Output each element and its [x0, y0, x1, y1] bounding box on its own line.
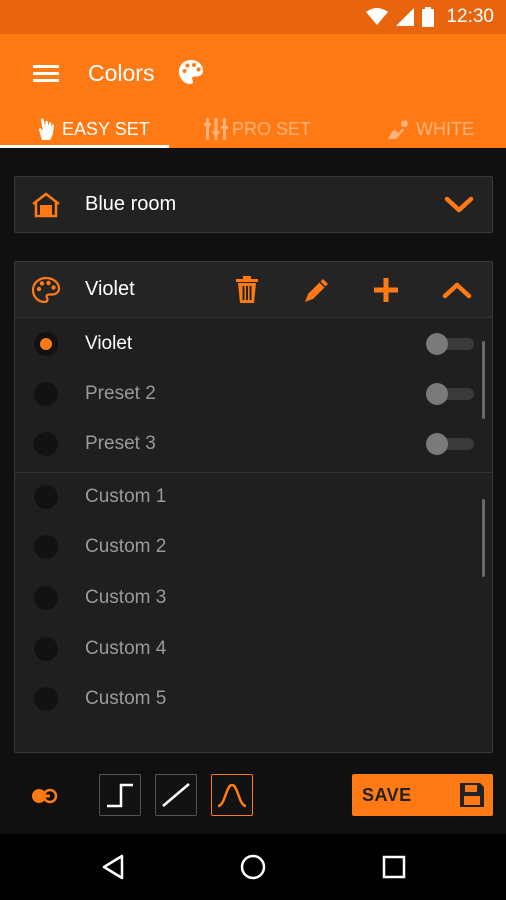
- custom-row[interactable]: Custom 1: [15, 472, 492, 522]
- preset-row[interactable]: Preset 3: [15, 419, 492, 469]
- menu-line: [33, 65, 59, 68]
- toggle-thumb: [426, 333, 448, 355]
- back-icon[interactable]: [97, 850, 131, 884]
- save-button[interactable]: SAVE: [352, 774, 493, 816]
- system-nav-bar: [0, 834, 506, 900]
- bell-curve-button[interactable]: [211, 774, 253, 816]
- room-name: Blue room: [85, 193, 177, 215]
- chevron-down-icon[interactable]: [444, 195, 474, 215]
- preset-toggle[interactable]: [426, 333, 474, 355]
- palette-icon: [179, 60, 203, 84]
- tab-pro-set[interactable]: PRO SET: [204, 110, 311, 148]
- custom-row[interactable]: Custom 3: [15, 573, 492, 623]
- tab-label: EASY SET: [62, 118, 150, 139]
- tab-bar: EASY SET PRO SET WHITE: [0, 110, 506, 148]
- custom-radio[interactable]: [34, 687, 58, 711]
- bell-curve-icon: [217, 783, 247, 808]
- status-icons: 12:30: [366, 5, 494, 29]
- custom-label: Custom 4: [85, 638, 167, 659]
- custom-radio[interactable]: [34, 637, 58, 661]
- custom-scrollbar[interactable]: [482, 499, 485, 577]
- app-bar: Colors EASY SET PRO SET WHITE: [0, 34, 506, 148]
- linear-curve-button[interactable]: [155, 774, 197, 816]
- custom-label: Custom 5: [85, 688, 167, 709]
- preset-label: Preset 3: [85, 433, 156, 454]
- step-curve-icon: [107, 783, 133, 808]
- custom-row[interactable]: Custom 4: [15, 624, 492, 674]
- chevron-up-icon[interactable]: [441, 274, 473, 306]
- menu-line: [33, 72, 59, 75]
- toggle-thumb: [426, 383, 448, 405]
- tab-white[interactable]: WHITE: [386, 110, 474, 148]
- hand-flame-icon: [388, 119, 408, 139]
- wifi-icon: [366, 8, 389, 25]
- preset-toggle[interactable]: [426, 383, 474, 405]
- custom-row[interactable]: Custom 5: [15, 674, 492, 724]
- main-content: Blue room Violet Violet Preset 2 Preset …: [0, 148, 506, 834]
- home-icon[interactable]: [236, 850, 270, 884]
- preset-row[interactable]: Violet: [15, 319, 492, 369]
- menu-line: [33, 79, 59, 82]
- preset-list: Violet Preset 2 Preset 3 Custom 1 Custom…: [15, 319, 492, 752]
- preset-radio[interactable]: [34, 382, 58, 406]
- signal-icon: [396, 8, 415, 26]
- house-icon: [32, 192, 60, 218]
- preset-label: Preset 2: [85, 383, 156, 404]
- page-title: Colors: [88, 60, 155, 86]
- tab-label: PRO SET: [232, 118, 312, 139]
- linear-curve-icon: [162, 783, 190, 807]
- custom-radio[interactable]: [34, 485, 58, 509]
- floppy-disk-icon: [460, 783, 484, 807]
- recents-icon[interactable]: [377, 850, 411, 884]
- toggle-thumb: [426, 433, 448, 455]
- menu-button[interactable]: [24, 58, 66, 88]
- preset-row[interactable]: Preset 2: [15, 369, 492, 419]
- custom-label: Custom 3: [85, 587, 167, 608]
- save-label: SAVE: [362, 785, 412, 805]
- trash-icon[interactable]: [231, 274, 263, 306]
- custom-row[interactable]: Custom 2: [15, 522, 492, 572]
- preset-label: Violet: [85, 333, 133, 354]
- preset-panel: Violet Violet Preset 2 Preset 3 Custom 1…: [14, 261, 493, 753]
- preset-radio[interactable]: [34, 432, 58, 456]
- battery-icon: [422, 7, 435, 27]
- plus-icon[interactable]: [370, 274, 402, 306]
- tab-label: WHITE: [416, 118, 474, 139]
- presets-scrollbar[interactable]: [482, 341, 485, 419]
- preset-radio[interactable]: [34, 332, 58, 356]
- status-bar: 12:30: [0, 0, 506, 34]
- step-curve-button[interactable]: [99, 774, 141, 816]
- room-selector[interactable]: Blue room: [14, 176, 493, 233]
- custom-label: Custom 2: [85, 536, 167, 557]
- hand-pointer-icon: [38, 118, 55, 140]
- preset-panel-header: Violet: [15, 262, 492, 318]
- tab-easy-set[interactable]: EASY SET: [36, 110, 150, 148]
- pencil-icon[interactable]: [301, 274, 333, 306]
- custom-label: Custom 1: [85, 486, 167, 507]
- bottom-toolbar: SAVE: [0, 768, 506, 824]
- palette-icon: [31, 276, 61, 304]
- selected-preset-title: Violet: [85, 278, 135, 300]
- status-time: 12:30: [446, 6, 494, 27]
- sliders-icon: [204, 118, 228, 140]
- preset-toggle[interactable]: [426, 433, 474, 455]
- link-toggle-icon[interactable]: [30, 783, 60, 809]
- custom-radio[interactable]: [34, 535, 58, 559]
- custom-radio[interactable]: [34, 586, 58, 610]
